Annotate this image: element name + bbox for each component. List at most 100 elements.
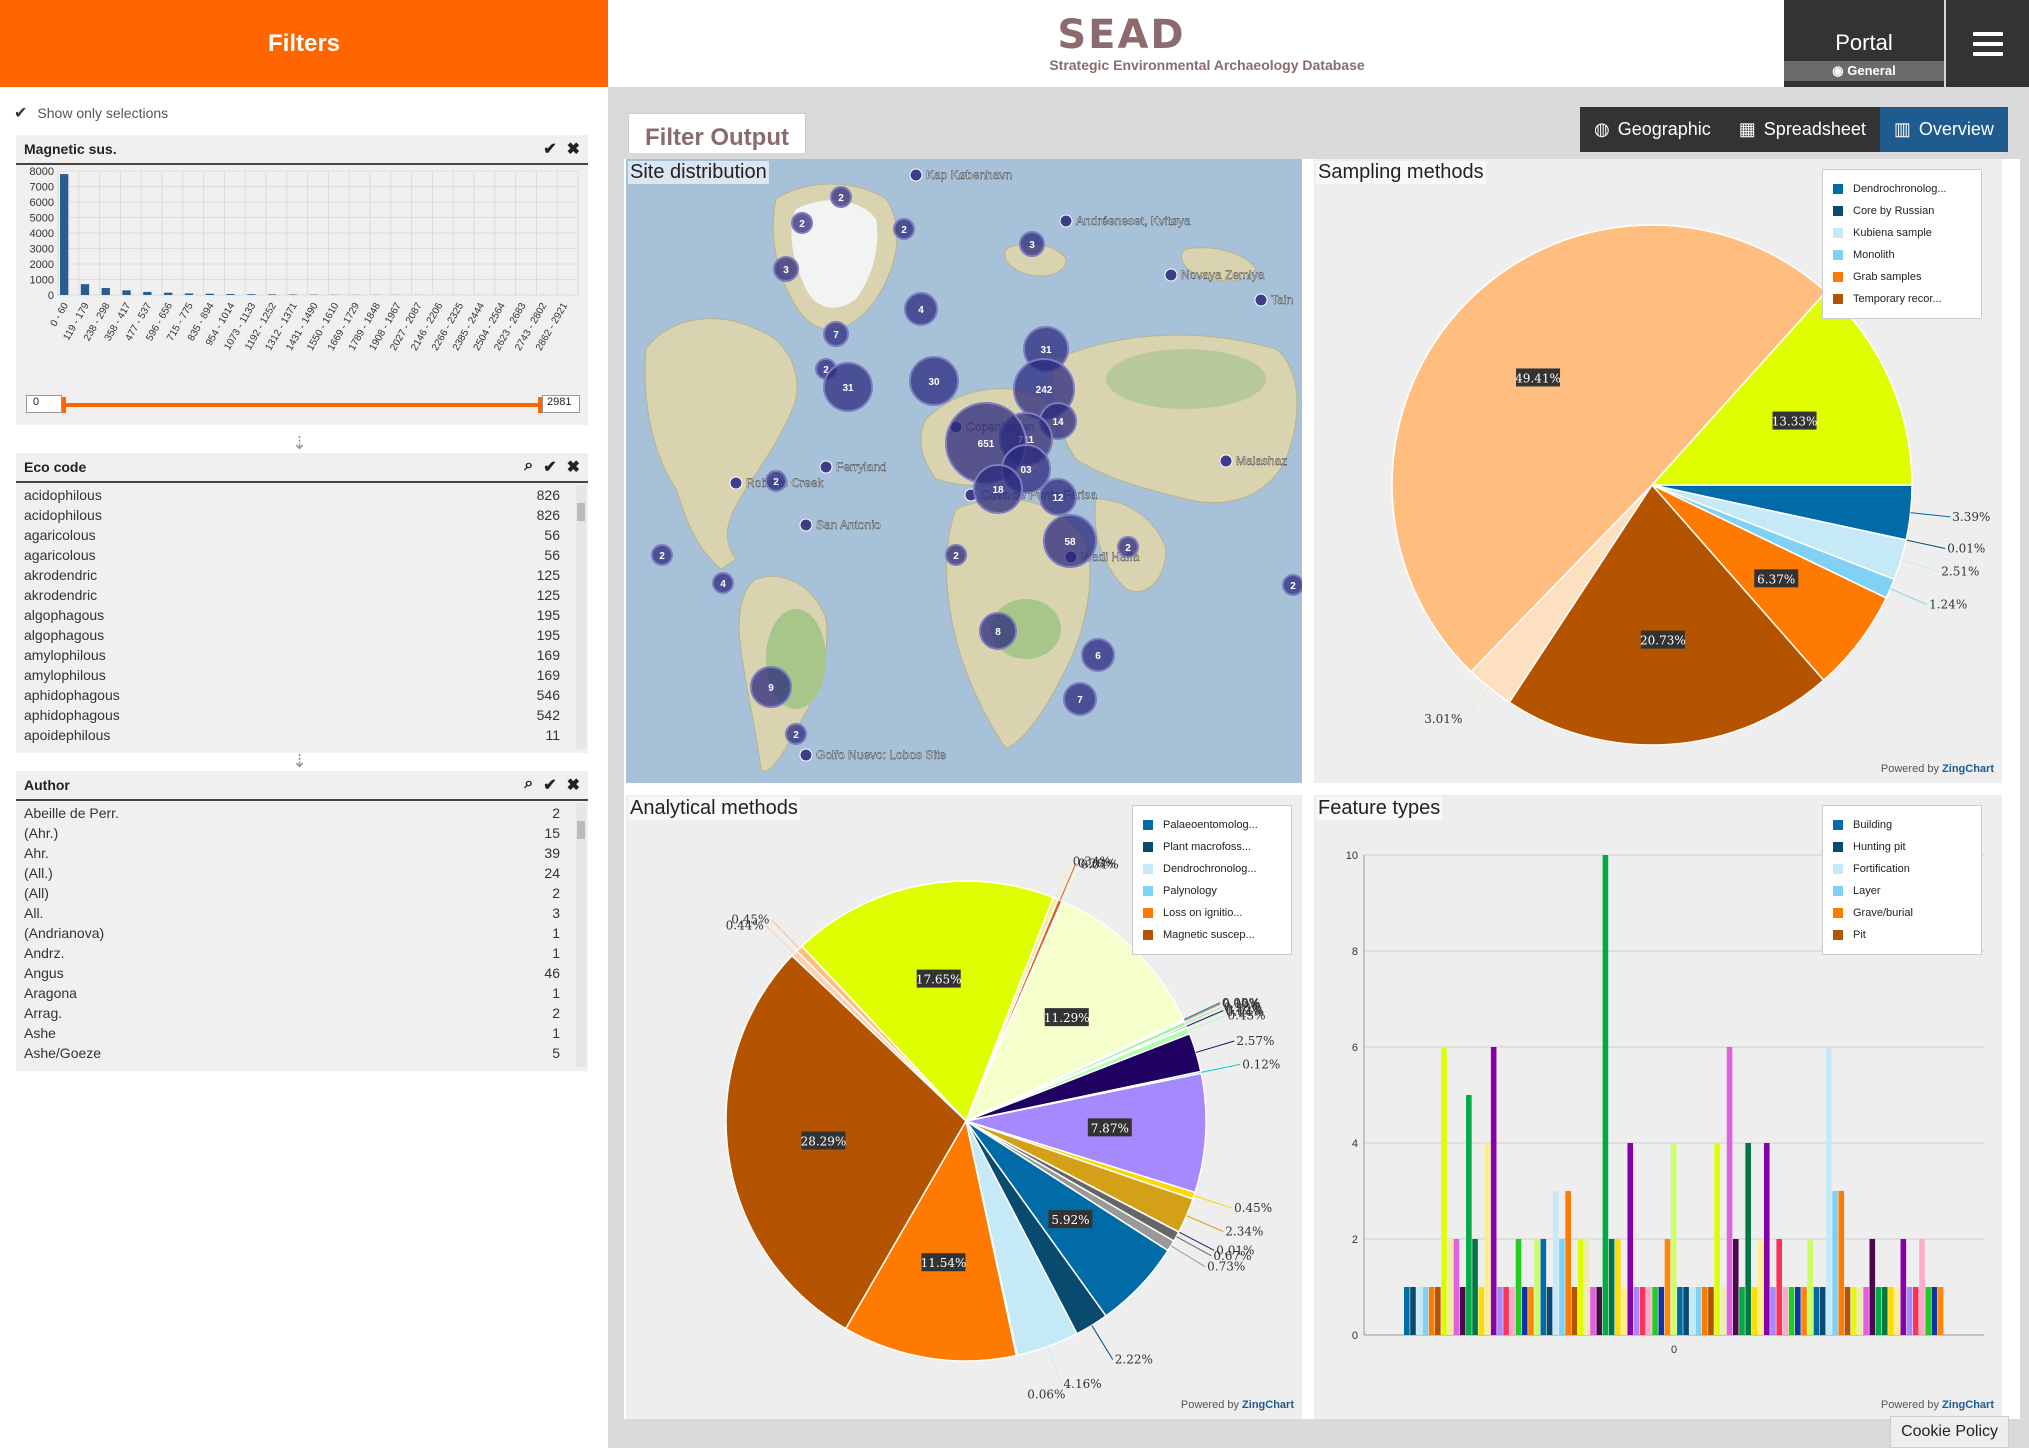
legend-item[interactable]: Grab samples xyxy=(1833,266,1971,288)
bar-chart-icon: ▥ xyxy=(1893,119,1911,139)
feature-bar xyxy=(1472,1239,1478,1335)
eco-code-list-item[interactable]: agaricolous 56 xyxy=(16,525,588,545)
eco-code-list-item[interactable]: akrodendric 125 xyxy=(16,585,588,605)
author-list-item[interactable]: (All) 2 xyxy=(16,883,588,903)
close-icon[interactable]: ✖ xyxy=(567,775,580,795)
search-icon[interactable]: ⌕ xyxy=(524,457,533,477)
menu-button[interactable] xyxy=(1946,0,2029,87)
tab-spreadsheet[interactable]: ▦ Spreadsheet xyxy=(1724,107,1880,152)
legend-item[interactable]: Fortification xyxy=(1833,858,1971,880)
legend-item[interactable]: Palynology xyxy=(1143,880,1281,902)
legend-item[interactable]: Dendrochronolog... xyxy=(1833,178,1971,200)
legend-label: Layer xyxy=(1853,885,1881,897)
author-list-item[interactable]: Andrz. 1 xyxy=(16,943,588,963)
arrow-down-icon: ⇣ xyxy=(292,433,308,453)
feature-bar xyxy=(1850,1287,1857,1335)
author-list-item[interactable]: (Ahr.) 15 xyxy=(16,823,588,843)
legend-label: Fortification xyxy=(1853,863,1910,875)
close-icon[interactable]: ✖ xyxy=(567,139,580,159)
legend-item[interactable]: Temporary recor... xyxy=(1833,288,1971,310)
legend-label: Monolith xyxy=(1853,249,1895,261)
check-icon[interactable]: ✔ xyxy=(543,775,556,795)
histogram-bar xyxy=(226,294,235,295)
author-item-label: Andrz. xyxy=(24,945,65,961)
forest-area xyxy=(1106,349,1266,409)
sampling-value-label: 13.33% xyxy=(1772,415,1818,429)
author-list-item[interactable]: Arrag. 2 xyxy=(16,1003,588,1023)
tab-geographic[interactable]: ◍ Geographic xyxy=(1580,107,1725,152)
author-item-count: 1 xyxy=(552,945,560,961)
author-scrollbar[interactable] xyxy=(576,803,586,1067)
range-max-input[interactable]: 2981 xyxy=(542,395,580,413)
eco-code-item-label: aphidophagous xyxy=(24,687,120,703)
author-list-item[interactable]: Angus 46 xyxy=(16,963,588,983)
eco-scrollbar[interactable] xyxy=(576,485,586,749)
legend-item[interactable]: Loss on ignitio... xyxy=(1143,902,1281,924)
eco-code-list-item[interactable]: acidophilous 826 xyxy=(16,485,588,505)
cookie-policy-link[interactable]: Cookie Policy xyxy=(1890,1416,2009,1448)
eco-code-list-item[interactable]: algophagous 195 xyxy=(16,625,588,645)
tab-overview[interactable]: ▥ Overview xyxy=(1879,107,2008,152)
legend-item[interactable]: Pit xyxy=(1833,924,1971,946)
range-track[interactable] xyxy=(64,403,540,407)
eco-code-list-item[interactable]: apoidephilous 11 xyxy=(16,725,588,745)
legend-item[interactable]: Hunting pit xyxy=(1833,836,1971,858)
legend-swatch xyxy=(1143,864,1153,874)
eco-code-item-count: 826 xyxy=(536,487,560,503)
eco-scroll-thumb[interactable] xyxy=(577,503,585,521)
portal-button[interactable]: Portal ◉ General xyxy=(1784,0,1944,87)
eco-code-list-item[interactable]: akrodendric 125 xyxy=(16,565,588,585)
author-list-item[interactable]: All. 3 xyxy=(16,903,588,923)
author-list-item[interactable]: (All.) 24 xyxy=(16,863,588,883)
author-scroll-thumb[interactable] xyxy=(577,821,585,839)
range-handle-min[interactable] xyxy=(62,397,66,413)
legend-item[interactable]: Magnetic suscep... xyxy=(1143,924,1281,946)
author-list-item[interactable]: (Andrianova) 1 xyxy=(16,923,588,943)
eco-code-list-item[interactable]: aphidophagous 542 xyxy=(16,705,588,725)
range-slider[interactable]: 0 2981 xyxy=(26,393,580,415)
eco-code-list-item[interactable]: agaricolous 56 xyxy=(16,545,588,565)
eco-code-list-item[interactable]: amylophilous 169 xyxy=(16,665,588,685)
eco-code-list-item[interactable]: amylophilous 169 xyxy=(16,645,588,665)
legend-item[interactable]: Plant macrofoss... xyxy=(1143,836,1281,858)
feature-bar xyxy=(1683,1287,1689,1335)
author-list-item[interactable]: Abeille de Perr. 2 xyxy=(16,803,588,823)
histogram-bar xyxy=(143,291,152,295)
show-only-selections[interactable]: ✔ Show only selections xyxy=(14,103,168,123)
sead-logo[interactable]: SEAD Strategic Environmental Archaeology… xyxy=(1027,15,1364,73)
legend-item[interactable]: Kubiena sample xyxy=(1833,222,1971,244)
analytical-legend[interactable]: Palaeoentomolog... Plant macrofoss... Dend… xyxy=(1132,805,1292,955)
check-icon[interactable]: ✔ xyxy=(543,457,556,477)
legend-item[interactable]: Dendrochronolog... xyxy=(1143,858,1281,880)
feature-bar xyxy=(1497,1287,1503,1335)
legend-item[interactable]: Grave/burial xyxy=(1833,902,1971,924)
legend-item[interactable]: Palaeoentomolog... xyxy=(1143,814,1281,836)
sampling-legend[interactable]: Dendrochronolog... Core by Russian Kubiena… xyxy=(1822,169,1982,319)
feature-bar xyxy=(1435,1287,1441,1335)
check-icon[interactable]: ✔ xyxy=(543,139,556,159)
feature-legend[interactable]: Building Hunting pit Fortification Layer Gra… xyxy=(1822,805,1982,955)
eco-code-list-item[interactable]: aphidophagous 546 xyxy=(16,685,588,705)
analytical-leader-line xyxy=(1186,1215,1224,1232)
feature-bar xyxy=(1459,1287,1466,1335)
author-list-item[interactable]: Ashe 1 xyxy=(16,1023,588,1043)
site-map[interactable]: Kap København Andréeneset, Kvitøya Novaya … xyxy=(626,159,1302,783)
eco-code-list-item[interactable]: algophagous 195 xyxy=(16,605,588,625)
author-list-item[interactable]: Ashe/Goeze 5 xyxy=(16,1043,588,1063)
filter-output-tab[interactable]: Filter Output xyxy=(628,113,806,153)
cluster-count: 14 xyxy=(1052,417,1064,428)
author-list-item[interactable]: Ahr. 39 xyxy=(16,843,588,863)
close-icon[interactable]: ✖ xyxy=(567,457,580,477)
legend-item[interactable]: Building xyxy=(1833,814,1971,836)
eco-code-list-item[interactable]: acidophilous 826 xyxy=(16,505,588,525)
legend-item[interactable]: Core by Russian xyxy=(1833,200,1971,222)
site-distribution-panel[interactable]: Kap København Andréeneset, Kvitøya Novaya … xyxy=(626,159,1302,783)
legend-item[interactable]: Layer xyxy=(1833,880,1971,902)
legend-item[interactable]: Monolith xyxy=(1833,244,1971,266)
analytical-value-label: 2.34% xyxy=(1225,1225,1263,1239)
sampling-value-label: 3.39% xyxy=(1952,510,1990,524)
range-min-input[interactable]: 0 xyxy=(26,395,62,413)
place-label: Malashaz xyxy=(1236,454,1287,468)
author-list-item[interactable]: Aragona 1 xyxy=(16,983,588,1003)
search-icon[interactable]: ⌕ xyxy=(524,775,533,795)
